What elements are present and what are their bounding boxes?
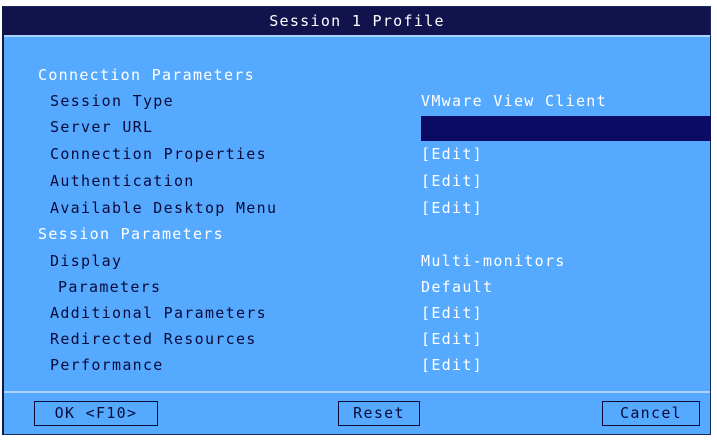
redirected-resources-label: Redirected Resources — [50, 330, 257, 348]
additional-parameters-edit-link[interactable]: [Edit] — [421, 301, 483, 325]
desktop-menu-edit-link[interactable]: [Edit] — [421, 196, 483, 220]
additional-parameters-label: Additional Parameters — [50, 304, 267, 322]
display-parameters-row[interactable]: Parameters Default — [4, 275, 710, 299]
desktop-menu-label: Available Desktop Menu — [50, 199, 278, 217]
server-url-label: Server URL — [50, 118, 154, 136]
performance-edit-link[interactable]: [Edit] — [421, 353, 483, 377]
display-parameters-label: Parameters — [58, 278, 162, 296]
authentication-label: Authentication — [50, 172, 195, 190]
session-profile-dialog: Session 1 Profile Connection Parameters … — [2, 6, 711, 435]
cancel-button[interactable]: Cancel — [602, 401, 700, 426]
display-parameters-value[interactable]: Default — [421, 275, 493, 299]
session-parameters-header-row: Session Parameters — [4, 222, 710, 246]
session-type-value[interactable]: VMware View Client — [421, 89, 607, 113]
reset-button[interactable]: Reset — [338, 401, 420, 426]
connection-properties-row: Connection Properties [Edit] — [4, 142, 710, 166]
footer-divider — [4, 391, 710, 393]
redirected-resources-edit-link[interactable]: [Edit] — [421, 327, 483, 351]
redirected-resources-row: Redirected Resources [Edit] — [4, 327, 710, 351]
title-divider — [4, 35, 710, 37]
desktop-menu-row: Available Desktop Menu [Edit] — [4, 196, 710, 220]
connection-parameters-header-row: Connection Parameters — [4, 63, 710, 87]
authentication-edit-link[interactable]: [Edit] — [421, 169, 483, 193]
session-type-row[interactable]: Session Type VMware View Client — [4, 89, 710, 113]
dialog-title: Session 1 Profile — [4, 7, 710, 35]
connection-parameters-header: Connection Parameters — [38, 66, 255, 84]
performance-row: Performance [Edit] — [4, 353, 710, 377]
ok-button[interactable]: OK <F10> — [34, 401, 158, 426]
display-value[interactable]: Multi-monitors — [421, 249, 566, 273]
connection-properties-edit-link[interactable]: [Edit] — [421, 142, 483, 166]
session-parameters-header: Session Parameters — [38, 225, 224, 243]
display-label: Display — [50, 252, 123, 270]
server-url-row: Server URL — [4, 115, 711, 141]
authentication-row: Authentication [Edit] — [4, 169, 710, 193]
connection-properties-label: Connection Properties — [50, 145, 267, 163]
server-url-input[interactable] — [421, 116, 711, 141]
display-row[interactable]: Display Multi-monitors — [4, 249, 710, 273]
additional-parameters-row: Additional Parameters [Edit] — [4, 301, 710, 325]
performance-label: Performance — [50, 356, 164, 374]
session-type-label: Session Type — [50, 92, 174, 110]
